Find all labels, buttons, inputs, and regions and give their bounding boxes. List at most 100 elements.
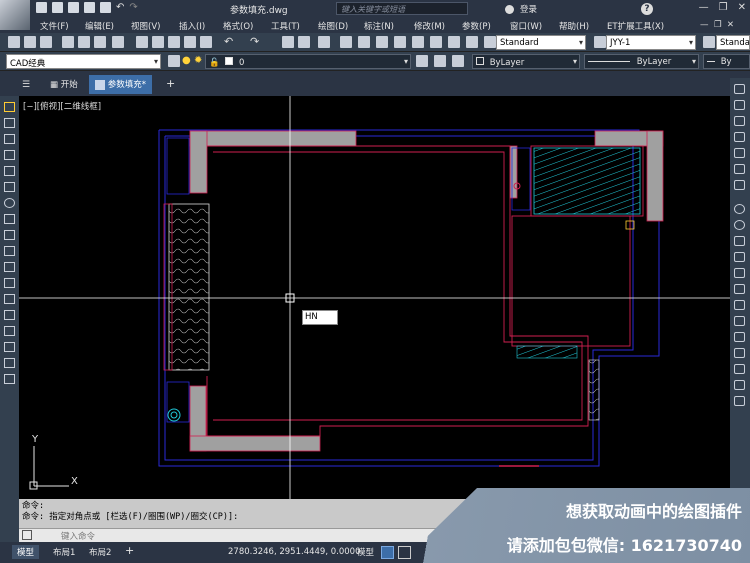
rectangle-icon[interactable] — [734, 164, 745, 174]
hatch-icon[interactable] — [734, 332, 745, 342]
zoom-previous-icon[interactable] — [340, 36, 352, 48]
tab-layout1[interactable]: 布局1 — [48, 545, 80, 559]
copy-icon[interactable] — [152, 36, 164, 48]
tab-drawing[interactable]: 参数填充* — [89, 75, 152, 94]
make-current-icon[interactable] — [416, 55, 428, 67]
color-select[interactable]: ByLayer ▾ — [472, 54, 580, 69]
fillet-icon[interactable] — [4, 326, 15, 336]
layer-properties-icon[interactable] — [168, 55, 180, 67]
login-area[interactable]: 登录 ? — [505, 3, 654, 15]
region-icon[interactable] — [734, 364, 745, 374]
multiline-icon[interactable] — [734, 116, 745, 126]
workspace-select[interactable]: CAD经典 ▾ — [6, 54, 161, 69]
command-icon[interactable] — [22, 530, 32, 540]
menu-tools[interactable]: 工具(T) — [271, 20, 300, 32]
menu-et-tools[interactable]: ET扩展工具(X) — [607, 20, 664, 32]
text-style-select[interactable]: Standard ▾ — [496, 35, 586, 50]
menu-format[interactable]: 格式(O) — [223, 20, 253, 32]
mtext-icon[interactable] — [734, 396, 745, 406]
paste-icon[interactable] — [168, 36, 180, 48]
design-center-icon[interactable] — [376, 36, 388, 48]
preview-icon[interactable] — [78, 36, 90, 48]
model-space-button[interactable]: 模型 — [357, 546, 374, 558]
add-layout-button[interactable]: + — [120, 543, 139, 557]
trim-icon[interactable] — [4, 246, 15, 256]
tool-palette-icon[interactable] — [394, 36, 406, 48]
undo-icon[interactable]: ↶ — [224, 35, 236, 48]
menu-window[interactable]: 窗口(W) — [510, 20, 542, 32]
stretch-icon[interactable] — [4, 230, 15, 240]
new-icon[interactable] — [8, 36, 20, 48]
open-icon[interactable] — [52, 2, 63, 13]
dim-style-icon[interactable] — [594, 36, 606, 48]
menu-dimension[interactable]: 标注(N) — [364, 20, 394, 32]
3d-icon[interactable] — [112, 36, 124, 48]
command-line-handle[interactable] — [0, 499, 19, 542]
mirror-icon[interactable] — [4, 134, 15, 144]
arc-icon[interactable] — [734, 180, 745, 190]
menu-edit[interactable]: 编辑(E) — [85, 20, 114, 32]
match-properties-icon[interactable] — [184, 36, 196, 48]
construction-line-icon[interactable] — [734, 100, 745, 110]
polyline-icon[interactable] — [4, 358, 15, 368]
print-icon[interactable] — [62, 36, 74, 48]
grid-toggle-icon[interactable] — [381, 546, 394, 559]
publish-icon[interactable] — [94, 36, 106, 48]
tab-model[interactable]: 模型 — [12, 545, 40, 559]
login-label[interactable]: 登录 — [520, 3, 537, 15]
help-icon[interactable]: ? — [641, 3, 654, 15]
layer-select[interactable]: 🔓 0 ▾ — [205, 54, 411, 69]
ellipse-icon[interactable] — [734, 252, 745, 262]
hamburger-icon[interactable]: ☰ — [22, 80, 30, 90]
add-tab-button[interactable]: + — [160, 74, 181, 93]
properties-icon[interactable] — [358, 36, 370, 48]
line-tool-icon[interactable] — [734, 84, 745, 94]
menu-view[interactable]: 视图(V) — [131, 20, 160, 32]
text-style-icon[interactable] — [484, 36, 496, 48]
spline-tool-icon[interactable] — [734, 236, 745, 246]
join-icon[interactable] — [4, 294, 15, 304]
dynamic-input[interactable]: HN — [302, 310, 338, 325]
table-style-icon[interactable] — [703, 36, 715, 48]
make-block-icon[interactable] — [734, 300, 745, 310]
open-icon[interactable] — [24, 36, 36, 48]
zoom-window-icon[interactable] — [318, 36, 330, 48]
drawing-canvas[interactable]: [−][俯视][二维线框] HN Y X — [19, 96, 730, 499]
table-icon[interactable] — [734, 380, 745, 390]
app-logo[interactable] — [0, 0, 30, 30]
insert-block-icon[interactable] — [734, 284, 745, 294]
chamfer-icon[interactable] — [4, 310, 15, 320]
menu-help[interactable]: 帮助(H) — [559, 20, 589, 32]
redo-icon[interactable]: ↷ — [250, 35, 262, 48]
new-icon[interactable] — [36, 2, 47, 13]
tab-start[interactable]: ▦ 开始 — [44, 75, 84, 94]
save-icon[interactable] — [40, 36, 52, 48]
extend-icon[interactable] — [4, 262, 15, 272]
print-icon[interactable] — [100, 2, 111, 13]
layer-state-icon[interactable] — [452, 55, 464, 67]
table-style-select[interactable]: Standa — [716, 35, 750, 50]
block-icon[interactable] — [200, 36, 212, 48]
polyline-tool-icon[interactable] — [734, 132, 745, 142]
menu-file[interactable]: 文件(F) — [40, 20, 69, 32]
close-icon[interactable]: ✕ — [738, 2, 746, 13]
polygon-icon[interactable] — [734, 148, 745, 158]
save-as-icon[interactable] — [84, 2, 95, 13]
menu-insert[interactable]: 插入(I) — [179, 20, 205, 32]
bulb-icon[interactable]: ● — [182, 55, 194, 67]
coordinates-readout[interactable]: 2780.3246, 2951.4449, 0.0000 — [228, 547, 360, 557]
spline-icon[interactable] — [4, 374, 15, 384]
ellipse-arc-icon[interactable] — [734, 268, 745, 278]
linetype-select[interactable]: ByLayer ▾ — [584, 54, 699, 69]
line-icon[interactable] — [4, 118, 15, 128]
minimize-icon[interactable]: — — [699, 2, 709, 13]
array-icon[interactable] — [4, 166, 15, 176]
lineweight-select[interactable]: By — [703, 54, 750, 69]
cut-icon[interactable] — [136, 36, 148, 48]
explode-icon[interactable] — [4, 342, 15, 352]
calculator-icon[interactable] — [448, 36, 460, 48]
doc-window-controls[interactable]: — ❐ ✕ — [700, 20, 734, 30]
undo-icon[interactable]: ↶ — [116, 2, 124, 13]
save-icon[interactable] — [68, 2, 79, 13]
redo-icon[interactable]: ↷ — [129, 2, 137, 13]
